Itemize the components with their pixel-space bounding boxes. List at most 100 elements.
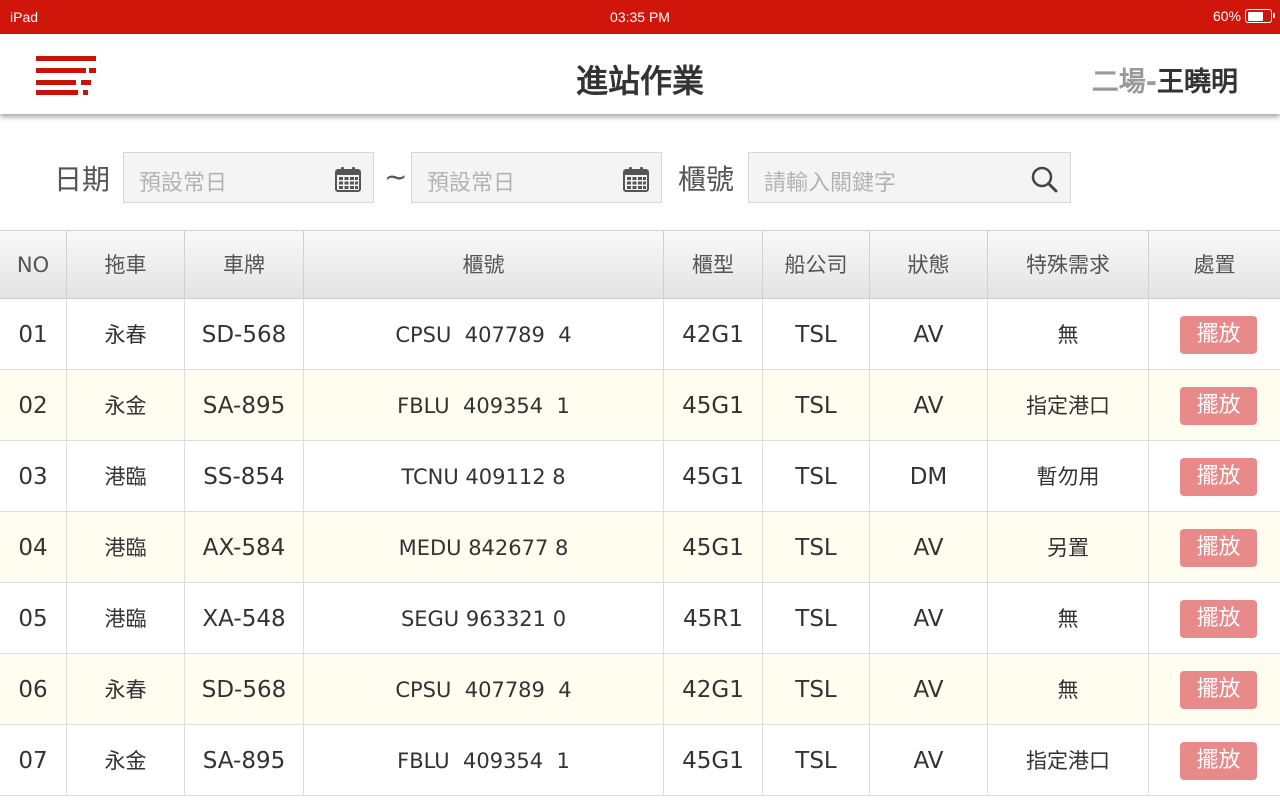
place-button[interactable]: 擺放 xyxy=(1180,742,1257,780)
col-no: NO xyxy=(0,231,67,299)
battery-percent: 60% xyxy=(1212,8,1241,24)
place-button[interactable]: 擺放 xyxy=(1180,316,1257,354)
cell-tractor: 永春 xyxy=(67,299,185,369)
cell-special: 無 xyxy=(988,583,1149,653)
cell-special: 另置 xyxy=(988,512,1149,582)
place-button[interactable]: 擺放 xyxy=(1180,458,1257,496)
status-time: 03:35 PM xyxy=(610,9,670,25)
cell-action: 擺放 xyxy=(1149,370,1280,440)
date-from-placeholder: 預設常日 xyxy=(139,171,228,196)
cell-no: 05 xyxy=(0,583,67,653)
place-button[interactable]: 擺放 xyxy=(1180,671,1257,709)
cell-no: 01 xyxy=(0,299,67,369)
cell-type: 45G1 xyxy=(664,512,763,582)
cell-tractor: 永春 xyxy=(67,654,185,724)
user-name: 王曉明 xyxy=(1157,67,1238,98)
search-icon[interactable] xyxy=(1030,165,1058,193)
status-bar: iPad 03:35 PM 60% xyxy=(0,0,1280,34)
cell-plate: XA-548 xyxy=(185,583,304,653)
cell-plate: SD-568 xyxy=(185,299,304,369)
cell-carrier: TSL xyxy=(763,370,870,440)
cell-type: 45R1 xyxy=(664,583,763,653)
table-row[interactable]: 02 永金 SA-895 FBLU 409354 1 45G1 TSL AV 指… xyxy=(0,370,1280,441)
cell-type: 42G1 xyxy=(664,299,763,369)
cell-special: 指定港口 xyxy=(988,370,1149,440)
place-button[interactable]: 擺放 xyxy=(1180,600,1257,638)
cell-container: SEGU 963321 0 xyxy=(304,583,664,653)
app-header: 進站作業 二場-王曉明 xyxy=(0,34,1280,114)
cell-container: FBLU 409354 1 xyxy=(304,725,664,795)
cell-carrier: TSL xyxy=(763,725,870,795)
cell-no: 02 xyxy=(0,370,67,440)
cell-special: 無 xyxy=(988,299,1149,369)
cell-status: AV xyxy=(870,370,988,440)
cell-plate: SD-568 xyxy=(185,654,304,724)
site-label: 二場- xyxy=(1091,67,1157,98)
place-button[interactable]: 擺放 xyxy=(1180,387,1257,425)
cell-type: 45G1 xyxy=(664,441,763,511)
col-plate: 車牌 xyxy=(185,231,304,299)
place-button[interactable]: 擺放 xyxy=(1180,529,1257,567)
cell-special: 指定港口 xyxy=(988,725,1149,795)
cell-action: 擺放 xyxy=(1149,512,1280,582)
cell-carrier: TSL xyxy=(763,299,870,369)
date-label: 日期 xyxy=(54,163,111,196)
col-container: 櫃號 xyxy=(304,231,664,299)
cell-plate: SA-895 xyxy=(185,725,304,795)
col-status: 狀態 xyxy=(870,231,988,299)
filter-bar: 日期 預設常日 ~ 預設常日 櫃號 請輸入關鍵字 xyxy=(0,152,1280,204)
cell-status: AV xyxy=(870,725,988,795)
col-type: 櫃型 xyxy=(664,231,763,299)
table-row[interactable]: 03 港臨 SS-854 TCNU 409112 8 45G1 TSL DM 暫… xyxy=(0,441,1280,512)
table-row[interactable]: 04 港臨 AX-584 MEDU 842677 8 45G1 TSL AV 另… xyxy=(0,512,1280,583)
page-title: 進站作業 xyxy=(575,62,704,100)
cell-action: 擺放 xyxy=(1149,725,1280,795)
cell-special: 無 xyxy=(988,654,1149,724)
cell-status: AV xyxy=(870,512,988,582)
cell-carrier: TSL xyxy=(763,512,870,582)
col-special: 特殊需求 xyxy=(988,231,1149,299)
table-row[interactable]: 06 永春 SD-568 CPSU 407789 4 42G1 TSL AV 無… xyxy=(0,654,1280,725)
cell-status: DM xyxy=(870,441,988,511)
cell-action: 擺放 xyxy=(1149,654,1280,724)
cell-action: 擺放 xyxy=(1149,441,1280,511)
user-info: 二場-王曉明 xyxy=(1092,60,1238,99)
cell-carrier: TSL xyxy=(763,583,870,653)
search-placeholder: 請輸入關鍵字 xyxy=(764,171,897,196)
col-carrier: 船公司 xyxy=(763,231,870,299)
table-header: NO 拖車 車牌 櫃號 櫃型 船公司 狀態 特殊需求 處置 xyxy=(0,230,1280,299)
cell-plate: SS-854 xyxy=(185,441,304,511)
col-tractor: 拖車 xyxy=(67,231,185,299)
date-to-field[interactable]: 預設常日 xyxy=(411,152,662,203)
table-row[interactable]: 01 永春 SD-568 CPSU 407789 4 42G1 TSL AV 無… xyxy=(0,299,1280,370)
cell-no: 06 xyxy=(0,654,67,724)
battery-icon xyxy=(1245,9,1275,23)
cell-plate: AX-584 xyxy=(185,512,304,582)
cell-status: AV xyxy=(870,654,988,724)
cell-container: CPSU 407789 4 xyxy=(304,299,664,369)
cell-carrier: TSL xyxy=(763,441,870,511)
cell-container: TCNU 409112 8 xyxy=(304,441,664,511)
cell-tractor: 港臨 xyxy=(67,441,185,511)
cell-container: CPSU 407789 4 xyxy=(304,654,664,724)
cell-container: FBLU 409354 1 xyxy=(304,370,664,440)
search-input[interactable]: 請輸入關鍵字 xyxy=(748,152,1071,203)
table-row[interactable]: 07 永金 SA-895 FBLU 409354 1 45G1 TSL AV 指… xyxy=(0,725,1280,796)
cell-tractor: 永金 xyxy=(67,370,185,440)
cell-no: 04 xyxy=(0,512,67,582)
cell-type: 42G1 xyxy=(664,654,763,724)
cell-status: AV xyxy=(870,583,988,653)
cell-special: 暫勿用 xyxy=(988,441,1149,511)
cell-no: 07 xyxy=(0,725,67,795)
date-from-field[interactable]: 預設常日 xyxy=(123,152,374,203)
cell-tractor: 港臨 xyxy=(67,512,185,582)
cell-tractor: 永金 xyxy=(67,725,185,795)
cell-type: 45G1 xyxy=(664,370,763,440)
cell-container: MEDU 842677 8 xyxy=(304,512,664,582)
calendar-icon[interactable] xyxy=(335,166,361,192)
col-action: 處置 xyxy=(1193,253,1236,277)
date-to-placeholder: 預設常日 xyxy=(427,171,516,196)
table-row[interactable]: 05 港臨 XA-548 SEGU 963321 0 45R1 TSL AV 無… xyxy=(0,583,1280,654)
calendar-icon[interactable] xyxy=(623,166,649,192)
cell-action: 擺放 xyxy=(1149,583,1280,653)
